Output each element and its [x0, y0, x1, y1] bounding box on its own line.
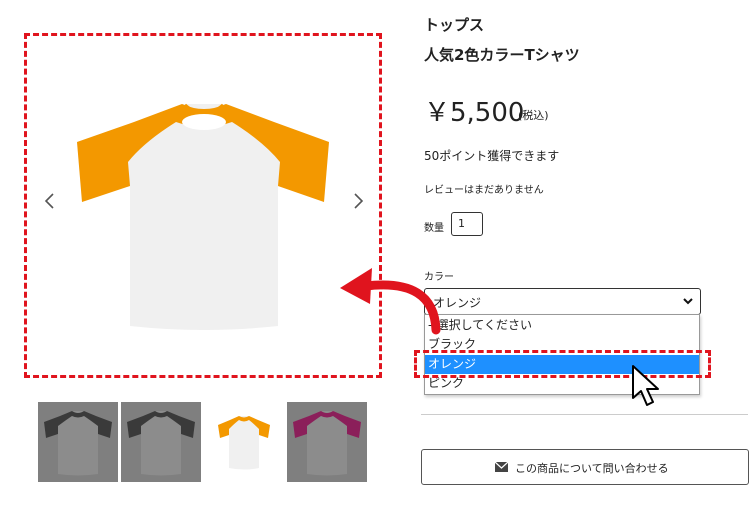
product-price: ￥5,500	[424, 98, 525, 128]
thumbnail-pink[interactable]	[287, 402, 367, 482]
highlight-box	[414, 350, 711, 378]
product-category: トップス	[424, 16, 485, 34]
color-select[interactable]: オレンジ	[424, 288, 701, 315]
thumbnail-black-1[interactable]	[38, 402, 118, 482]
tshirt-orange-image	[77, 103, 329, 330]
quantity-label: 数量	[424, 223, 444, 234]
tshirt-black-image	[44, 411, 112, 476]
tax-note: (税込)	[518, 109, 549, 122]
thumbnail-orange[interactable]	[204, 402, 284, 482]
envelope-icon	[495, 462, 508, 472]
tshirt-orange-image	[218, 416, 270, 470]
contact-button[interactable]: この商品について問い合わせる	[421, 449, 749, 485]
points-text: 50ポイント獲得できます	[424, 149, 560, 163]
divider	[421, 414, 748, 415]
mouse-cursor-icon	[632, 365, 659, 406]
tshirt-pink-image	[293, 411, 361, 476]
chevron-left-icon[interactable]	[41, 188, 59, 214]
quantity-input[interactable]: 1	[451, 212, 483, 236]
reviews-text: レビューはまだありません	[424, 185, 544, 196]
chevron-down-icon	[683, 298, 693, 305]
chevron-right-icon[interactable]	[349, 188, 367, 214]
curved-arrow-icon	[340, 268, 441, 335]
main-product-image	[24, 33, 382, 378]
contact-button-label: この商品について問い合わせる	[515, 462, 669, 475]
tshirt-black-image	[127, 411, 195, 476]
thumbnail-black-2[interactable]	[121, 402, 201, 482]
product-title: 人気2色カラーTシャツ	[424, 46, 580, 64]
dropdown-option[interactable]: --選択してください	[425, 316, 699, 335]
